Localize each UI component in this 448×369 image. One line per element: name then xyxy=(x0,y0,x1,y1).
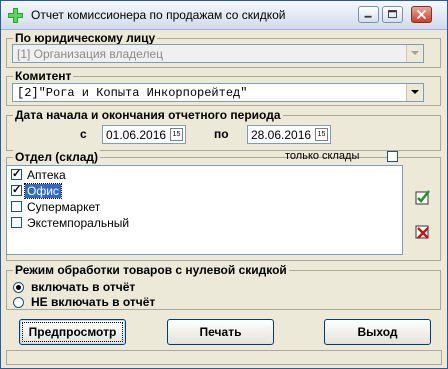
close-icon xyxy=(416,9,427,20)
date-from-value: 01.06.2016 xyxy=(106,128,167,142)
check-all-icon[interactable] xyxy=(415,189,431,205)
green-plus-icon xyxy=(8,8,23,23)
legal-entity-title: По юридическому лицу xyxy=(13,31,158,45)
minimize-button[interactable] xyxy=(358,6,379,23)
minimize-icon xyxy=(364,15,372,18)
item-checkbox[interactable] xyxy=(11,217,22,228)
uncheck-all-icon[interactable] xyxy=(415,223,431,239)
list-item[interactable]: Экстемпоральный xyxy=(8,215,401,231)
calendar-icon[interactable]: 15 xyxy=(170,128,183,141)
only-warehouses-label: только склады xyxy=(285,150,360,162)
period-group: Дата начала и окончания отчетного период… xyxy=(6,108,441,151)
date-from-field[interactable]: 01.06.2016 15 xyxy=(102,125,186,144)
item-checkbox[interactable] xyxy=(11,183,22,196)
exclude-radio[interactable] xyxy=(13,297,24,308)
consignor-value: [2]"Рога и Копыта Инкорпорейтед" xyxy=(17,86,248,100)
date-to-field[interactable]: 28.06.2016 15 xyxy=(247,125,331,144)
item-label: Офис xyxy=(24,183,62,199)
window-title: Отчет комиссионера по продажам со скидко… xyxy=(31,8,286,22)
date-to-value: 28.06.2016 xyxy=(251,128,312,142)
include-label: включать в отчёт xyxy=(31,280,136,294)
consignor-select[interactable]: [2]"Рога и Копыта Инкорпорейтед" xyxy=(12,83,424,102)
list-item[interactable]: Супермаркет xyxy=(8,199,401,215)
maximize-icon xyxy=(388,10,397,19)
consignor-title: Комитент xyxy=(13,69,74,83)
list-item[interactable]: Офис xyxy=(8,183,401,199)
only-warehouses-checkbox[interactable] xyxy=(387,151,398,162)
chevron-down-icon[interactable] xyxy=(406,84,423,101)
report-window: Отчет комиссионера по продажам со скидко… xyxy=(0,0,448,369)
close-button[interactable] xyxy=(411,6,432,23)
date-from-label: с xyxy=(80,127,87,141)
legal-entity-value: [1] Организация владелец xyxy=(17,47,163,61)
consignor-group: Комитент [2]"Рога и Копыта Инкорпорейтед… xyxy=(6,69,441,106)
list-item[interactable]: Аптека xyxy=(8,167,401,183)
chevron-down-icon[interactable] xyxy=(406,45,423,62)
preview-button[interactable]: Предпросмотр xyxy=(19,319,126,345)
print-button[interactable]: Печать xyxy=(167,319,274,345)
date-to-label: по xyxy=(214,127,229,141)
item-label: Аптека xyxy=(27,168,66,182)
zero-discount-title: Режим обработки товаров с нулевой скидко… xyxy=(13,263,289,277)
item-label: Экстемпоральный xyxy=(27,216,130,230)
department-title: Отдел (склад) xyxy=(13,150,101,164)
exclude-label: НЕ включать в отчёт xyxy=(31,295,156,309)
legal-entity-group: По юридическому лицу [1] Организация вла… xyxy=(6,31,441,68)
include-radio[interactable] xyxy=(13,282,24,293)
item-label: Супермаркет xyxy=(27,200,101,214)
title-bar[interactable]: Отчет комиссионера по продажам со скидко… xyxy=(1,1,447,30)
exit-button[interactable]: Выход xyxy=(324,319,431,345)
department-list[interactable]: Аптека Офис Супермаркет Экстемпоральный xyxy=(6,165,403,255)
maximize-button[interactable] xyxy=(382,6,403,23)
item-checkbox[interactable] xyxy=(11,201,22,212)
status-bar xyxy=(6,350,442,365)
item-checkbox[interactable] xyxy=(11,167,22,180)
calendar-icon[interactable]: 15 xyxy=(315,128,328,141)
legal-entity-select[interactable]: [1] Организация владелец xyxy=(12,44,424,63)
period-title: Дата начала и окончания отчетного период… xyxy=(13,108,283,122)
